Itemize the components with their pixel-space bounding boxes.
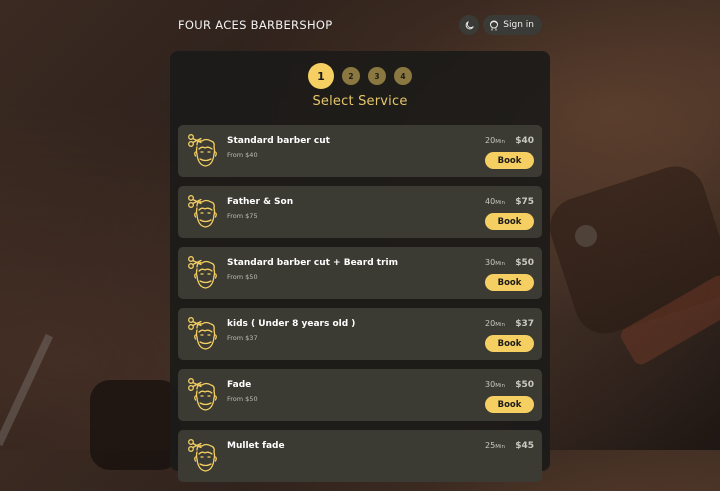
page-title: Select Service <box>312 94 408 109</box>
service-card-1[interactable]: Standard barber cut From $40 20Min $40 B… <box>178 125 542 177</box>
service-name: Standard barber cut <box>227 136 330 146</box>
duration-value: 40 <box>485 197 496 206</box>
barber-haircut-icon <box>188 439 217 472</box>
booking-panel: 1 2 3 4 Select Service Standard barber c… <box>170 51 550 482</box>
background-decor <box>0 333 53 447</box>
barber-haircut-icon <box>188 195 217 228</box>
step-4[interactable]: 4 <box>394 67 412 85</box>
service-name: Fade <box>227 380 252 390</box>
service-duration: 30Min <box>485 258 505 267</box>
duration-value: 20 <box>485 319 496 328</box>
book-button[interactable]: Book <box>485 274 534 291</box>
service-name: Father & Son <box>227 197 294 207</box>
barber-haircut-icon <box>188 378 217 411</box>
service-card-3[interactable]: Standard barber cut + Beard trim From $5… <box>178 247 542 299</box>
service-from-price: From $40 <box>227 151 258 159</box>
book-button[interactable]: Book <box>485 213 534 230</box>
service-duration: 40Min <box>485 197 505 206</box>
barber-haircut-icon <box>188 134 217 167</box>
service-duration: 30Min <box>485 380 505 389</box>
service-price: $40 <box>515 136 534 146</box>
service-price: $75 <box>515 197 534 207</box>
service-duration: 20Min <box>485 319 505 328</box>
book-button[interactable]: Book <box>485 335 534 352</box>
step-2[interactable]: 2 <box>342 67 360 85</box>
book-button[interactable]: Book <box>485 152 534 169</box>
duration-value: 30 <box>485 380 496 389</box>
service-from-price: From $50 <box>227 395 258 403</box>
brand-title[interactable]: FOUR ACES BARBERSHOP <box>178 18 332 32</box>
duration-unit: Min <box>495 444 505 450</box>
service-card-4[interactable]: kids ( Under 8 years old ) From $37 20Mi… <box>178 308 542 360</box>
duration-unit: Min <box>495 261 505 267</box>
service-card-6[interactable]: Mullet fade 25Min $45 <box>178 430 542 482</box>
background-decor <box>575 225 597 247</box>
service-list: Standard barber cut From $40 20Min $40 B… <box>178 125 542 491</box>
service-price: $37 <box>515 319 534 329</box>
service-price: $50 <box>515 380 534 390</box>
user-icon <box>490 20 499 31</box>
step-indicator: 1 2 3 4 <box>170 63 550 89</box>
service-card-5[interactable]: Fade From $50 30Min $50 Book <box>178 369 542 421</box>
header-actions: Sign in <box>459 15 542 35</box>
background-decor <box>90 380 180 470</box>
duration-unit: Min <box>495 139 505 145</box>
duration-unit: Min <box>495 200 505 206</box>
sign-in-button[interactable]: Sign in <box>483 15 542 35</box>
moon-icon <box>465 20 474 29</box>
duration-value: 20 <box>485 136 496 145</box>
barber-haircut-icon <box>188 317 217 350</box>
top-header: FOUR ACES BARBERSHOP Sign in <box>178 14 542 36</box>
duration-unit: Min <box>495 322 505 328</box>
background-decor <box>542 158 720 342</box>
service-duration: 25Min <box>485 441 505 450</box>
book-button[interactable]: Book <box>485 396 534 413</box>
step-3[interactable]: 3 <box>368 67 386 85</box>
duration-value: 25 <box>485 441 496 450</box>
service-name: Standard barber cut + Beard trim <box>227 258 398 268</box>
service-price: $50 <box>515 258 534 268</box>
theme-toggle-button[interactable] <box>459 15 480 35</box>
background-decor <box>618 272 720 368</box>
sign-in-label: Sign in <box>503 20 534 30</box>
service-from-price: From $50 <box>227 273 258 281</box>
service-from-price: From $75 <box>227 212 258 220</box>
duration-unit: Min <box>495 383 505 389</box>
service-from-price: From $37 <box>227 334 258 342</box>
step-1[interactable]: 1 <box>308 63 334 89</box>
service-duration: 20Min <box>485 136 505 145</box>
barber-haircut-icon <box>188 256 217 289</box>
service-card-2[interactable]: Father & Son From $75 40Min $75 Book <box>178 186 542 238</box>
service-name: kids ( Under 8 years old ) <box>227 319 356 329</box>
duration-value: 30 <box>485 258 496 267</box>
